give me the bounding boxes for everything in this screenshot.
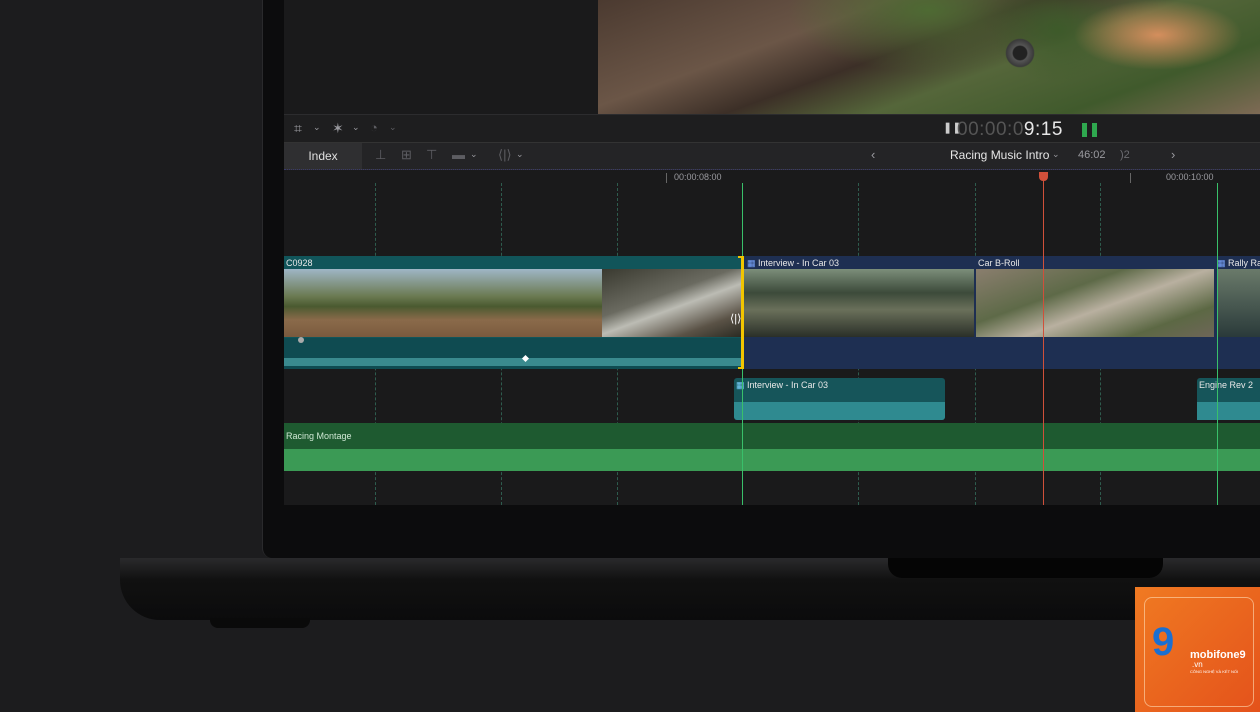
chevron-down-icon[interactable]: ⌄	[470, 149, 478, 160]
viewer-tire-detail	[1003, 38, 1037, 68]
chevron-down-icon[interactable]: ⌄	[313, 122, 321, 133]
overwrite-clip-icon[interactable]: ▬	[452, 147, 465, 162]
audio-meter-left	[1082, 123, 1087, 137]
trim-cursor-icon: ⟨|⟩	[730, 313, 742, 325]
clip-label-rally: ▦ Rally Ra	[1217, 258, 1260, 269]
connect-clip-icon[interactable]: ⊥	[375, 147, 386, 163]
back-arrow-icon[interactable]: ‹	[871, 147, 875, 162]
connected-clip-interview[interactable]: ▦ Interview - In Car 03	[734, 378, 945, 420]
clip-label: Engine Rev 2	[1199, 380, 1254, 390]
viewer-toolbar: ⌗ ⌄ ✶ ⌄ ◔ ⌄ ❚❚ 00:00:09:15	[284, 114, 1260, 143]
watermark-domain: .vn	[1192, 660, 1203, 669]
timecode-value: 9:15	[1023, 119, 1063, 140]
clip-label: Racing Montage	[286, 431, 352, 441]
duration-fragment: )2	[1120, 149, 1130, 161]
audio-waveform	[1197, 402, 1260, 420]
audio-waveform	[734, 402, 945, 420]
playhead[interactable]	[1043, 176, 1044, 505]
forward-arrow-icon[interactable]: ›	[1171, 147, 1175, 162]
clip-title: Interview - In Car 03	[758, 258, 840, 268]
chevron-down-icon[interactable]: ⌄	[352, 122, 360, 133]
timecode-display[interactable]: 00:00:09:15	[957, 119, 1063, 141]
chevron-down-icon[interactable]: ⌄	[389, 122, 397, 133]
timeline-toolbar: Index ⊥ ⊞ ⊤ ▬ ⌄ ⟨|⟩ ⌄ ‹ Racing Music Int…	[284, 142, 1260, 170]
app-screen: ⌗ ⌄ ✶ ⌄ ◔ ⌄ ❚❚ 00:00:09:15 Index ⊥ ⊞ ⊤ ▬…	[284, 0, 1260, 505]
clip-audio-c0928[interactable]	[284, 337, 742, 369]
clip-thumbnail	[602, 269, 742, 337]
chevron-down-icon[interactable]: ⌄	[516, 149, 524, 160]
clip-title: Interview - In Car 03	[747, 380, 829, 390]
keyframe-handle[interactable]	[298, 337, 304, 343]
speed-icon[interactable]: ◔	[370, 120, 378, 135]
audio-meter-right	[1092, 123, 1097, 137]
ruler-tick	[666, 173, 667, 183]
laptop-foot	[210, 618, 310, 628]
project-name[interactable]: Racing Music Intro	[950, 148, 1049, 162]
music-waveform	[284, 449, 1260, 471]
multicam-icon: ▦	[1217, 258, 1226, 268]
clip-label-car-b-roll: Car B-Roll	[978, 258, 1020, 268]
clip-label: ▦ Interview - In Car 03	[736, 380, 828, 391]
append-clip-icon[interactable]: ⊤	[426, 147, 437, 163]
watermark-tagline: CÔNG NGHỆ VÀ KẾT NỐI	[1190, 669, 1239, 674]
insert-clip-icon[interactable]: ⊞	[401, 147, 412, 163]
timeline-ruler[interactable]: 00:00:08:00 00:00:10:00	[284, 169, 1260, 184]
video-viewer[interactable]	[598, 0, 1260, 114]
multicam-icon: ▦	[736, 380, 745, 390]
crop-icon[interactable]: ⌗	[294, 120, 302, 137]
multicam-icon: ▦	[747, 258, 756, 268]
index-button[interactable]: Index	[284, 143, 362, 169]
connected-clip-engine-rev[interactable]: Engine Rev 2	[1197, 378, 1260, 420]
timecode-dim: 00:00:0	[957, 119, 1024, 140]
project-duration: 46:02	[1078, 149, 1106, 161]
clip-thumbnail	[744, 269, 974, 337]
audio-waveform	[284, 358, 742, 366]
clip-thumbnail	[976, 269, 1214, 337]
marker-line	[1217, 183, 1218, 505]
trim-tool-icon[interactable]: ⟨|⟩	[498, 147, 512, 163]
chevron-down-icon[interactable]: ⌄	[1052, 149, 1060, 160]
laptop-lid-notch	[888, 558, 1163, 578]
clip-title: Rally Ra	[1228, 258, 1260, 268]
ruler-tick	[1130, 173, 1131, 183]
ruler-timecode-right: 00:00:10:00	[1166, 172, 1214, 182]
watermark-logo-icon: 9	[1152, 620, 1175, 664]
clip-thumbnail	[284, 269, 602, 337]
clip-label: C0928	[286, 258, 313, 268]
ruler-timecode-left: 00:00:08:00	[674, 172, 722, 182]
magic-wand-icon[interactable]: ✶	[332, 120, 344, 137]
clip-label-interview: ▦ Interview - In Car 03	[747, 258, 839, 269]
clip-thumbnail	[1218, 269, 1260, 337]
